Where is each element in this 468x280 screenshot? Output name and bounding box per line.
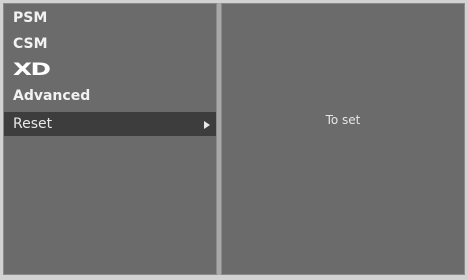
submenu-value[interactable]: To set	[222, 113, 464, 127]
menu-panel: PSM CSM XD Advanced Reset	[3, 3, 217, 275]
osd-window: PSM CSM XD Advanced Reset To set	[0, 0, 468, 280]
menu-item-label: Reset	[13, 116, 53, 132]
submenu-panel: To set	[221, 3, 465, 275]
xd-logo: XD	[13, 60, 51, 80]
menu-item-xd[interactable]: XD	[4, 58, 216, 82]
menu-item-label: Advanced	[13, 88, 91, 104]
menu-item-advanced[interactable]: Advanced	[4, 84, 216, 108]
menu-item-label: PSM	[13, 10, 48, 26]
menu-item-csm[interactable]: CSM	[4, 32, 216, 56]
menu-item-reset[interactable]: Reset	[4, 112, 216, 136]
menu-item-psm[interactable]: PSM	[4, 6, 216, 30]
menu-item-label: CSM	[13, 36, 48, 52]
arrow-right-icon	[204, 121, 210, 129]
